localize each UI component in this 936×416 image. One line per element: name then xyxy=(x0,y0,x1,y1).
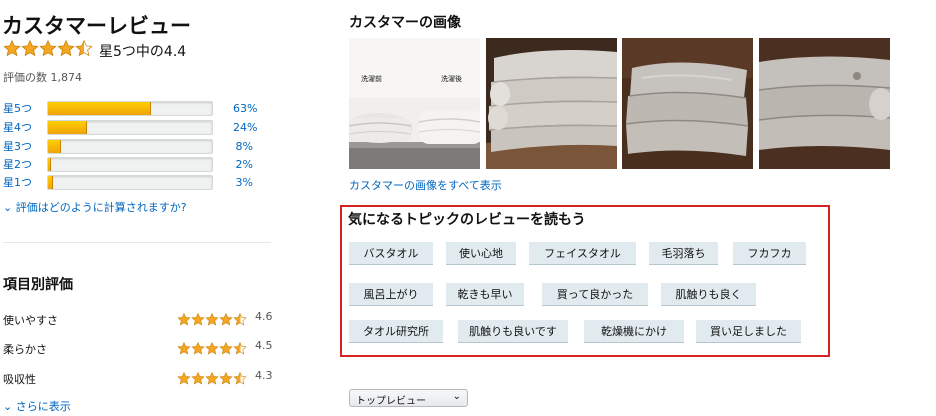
star-icon xyxy=(21,39,39,60)
histogram-star-label: 星1つ xyxy=(3,176,32,189)
topic-pill[interactable]: 肌触りも良く xyxy=(661,283,756,306)
histogram-bar xyxy=(47,119,213,135)
topic-pill[interactable]: フェイスタオル xyxy=(529,242,636,265)
histogram-star-label: 星3つ xyxy=(3,140,32,153)
see-more-text: さらに表示 xyxy=(15,400,71,413)
feature-rating-row: 使いやすさ 4.6 xyxy=(3,310,283,328)
sort-dropdown[interactable]: トップレビュー ⌄ xyxy=(349,389,468,407)
star-icon xyxy=(177,371,191,385)
histogram-percent: 24% xyxy=(233,120,258,134)
feature-name: 吸収性 xyxy=(3,373,36,386)
see-all-images-link[interactable]: カスタマーの画像をすべて表示 xyxy=(349,177,502,193)
star-icon xyxy=(233,312,247,326)
star-icon xyxy=(39,39,57,60)
star-icon xyxy=(219,371,233,385)
topics-title: 気になるトピックのレビューを読もう xyxy=(348,212,586,228)
star-icon xyxy=(205,341,219,355)
histogram-row[interactable]: 星3つ 8% xyxy=(3,137,253,155)
chevron-down-icon: ⌄ xyxy=(452,391,461,402)
histogram-star-label: 星5つ xyxy=(3,102,32,115)
topic-pill[interactable]: 風呂上がり xyxy=(349,283,433,306)
topic-pill[interactable]: 乾燥機にかけ xyxy=(584,320,684,343)
star-icon xyxy=(219,341,233,355)
how-calculated-link[interactable]: ⌄ 評価はどのように計算されますか? xyxy=(3,199,187,215)
histogram-bar-fill xyxy=(48,101,152,115)
topic-pill[interactable]: 買い足しました xyxy=(696,320,801,343)
reviews-title: カスタマーレビュー xyxy=(2,14,191,38)
feature-name: 使いやすさ xyxy=(3,314,58,327)
histogram-percent: 63% xyxy=(233,101,258,115)
feature-rating-row: 吸収性 4.3 xyxy=(3,369,283,387)
star-icon xyxy=(205,371,219,385)
histogram-bar-fill xyxy=(48,157,52,171)
histogram-bar-fill xyxy=(48,139,62,153)
topic-pill[interactable]: フカフカ xyxy=(733,242,806,265)
topic-pill[interactable]: バスタオル xyxy=(349,242,433,265)
feature-ratings-title: 項目別評価 xyxy=(3,277,73,293)
histogram-star-label: 星2つ xyxy=(3,158,32,171)
sort-selected-value: トップレビュー xyxy=(356,396,426,407)
histogram-bar-fill xyxy=(48,120,88,134)
overall-rating: 星5つ中の4.4 xyxy=(3,39,187,61)
chevron-down-icon: ⌄ xyxy=(3,201,13,214)
feature-stars xyxy=(177,341,247,359)
feature-name: 柔らかさ xyxy=(3,343,47,356)
histogram-row[interactable]: 星4つ 24% xyxy=(3,118,257,136)
customer-images-title: カスタマーの画像 xyxy=(349,15,461,31)
histogram-bar xyxy=(47,138,213,154)
feature-stars xyxy=(177,371,247,389)
divider xyxy=(3,242,271,243)
topic-pill[interactable]: 乾きも早い xyxy=(446,283,524,306)
see-more-link[interactable]: ⌄ さらに表示 xyxy=(3,398,71,414)
star-icon xyxy=(191,371,205,385)
photo-label-before: 洗濯前 xyxy=(361,74,382,83)
feature-rating-row: 柔らかさ 4.5 xyxy=(3,339,283,357)
customer-image-3[interactable] xyxy=(622,38,753,169)
star-icon xyxy=(3,39,21,60)
histogram-percent: 2% xyxy=(235,157,253,171)
customer-image-1[interactable]: 洗濯前 洗濯後 xyxy=(349,38,480,169)
star-icon xyxy=(233,371,247,385)
photo-label-after: 洗濯後 xyxy=(441,74,462,83)
topic-pill[interactable]: 毛羽落ち xyxy=(649,242,718,265)
how-calculated-text: 評価はどのように計算されますか? xyxy=(15,201,187,214)
ratings-count: 評価の数 1,874 xyxy=(3,71,82,84)
star-icon xyxy=(233,341,247,355)
histogram-bar xyxy=(47,156,213,172)
half-star-icon xyxy=(75,39,93,60)
star-icon xyxy=(57,39,75,60)
star-icon xyxy=(191,341,205,355)
chevron-down-icon: ⌄ xyxy=(3,400,13,413)
star-icon xyxy=(205,312,219,326)
topic-pill[interactable]: 肌触りも良いです xyxy=(458,320,568,343)
histogram-percent: 3% xyxy=(235,175,253,189)
histogram-row[interactable]: 星1つ 3% xyxy=(3,173,253,191)
histogram-bar-fill xyxy=(48,175,53,189)
feature-value: 4.5 xyxy=(255,339,273,352)
customer-image-4[interactable] xyxy=(759,38,890,169)
histogram-row[interactable]: 星5つ 63% xyxy=(3,99,257,117)
topic-pill[interactable]: 使い心地 xyxy=(446,242,516,265)
overall-rating-text: 星5つ中の4.4 xyxy=(99,43,187,60)
topic-pill[interactable]: タオル研究所 xyxy=(349,320,443,343)
histogram-star-label: 星4つ xyxy=(3,121,32,134)
star-icon xyxy=(177,341,191,355)
histogram-row[interactable]: 星2つ 2% xyxy=(3,155,253,173)
customer-image-2[interactable] xyxy=(486,38,617,169)
histogram-bar xyxy=(47,174,213,190)
star-icon xyxy=(219,312,233,326)
feature-value: 4.3 xyxy=(255,369,273,382)
histogram-bar xyxy=(47,100,213,116)
overall-stars xyxy=(3,39,93,61)
star-icon xyxy=(177,312,191,326)
feature-value: 4.6 xyxy=(255,310,273,323)
topic-pill[interactable]: 買って良かった xyxy=(542,283,648,306)
histogram-percent: 8% xyxy=(235,139,253,153)
feature-stars xyxy=(177,312,247,330)
star-icon xyxy=(191,312,205,326)
